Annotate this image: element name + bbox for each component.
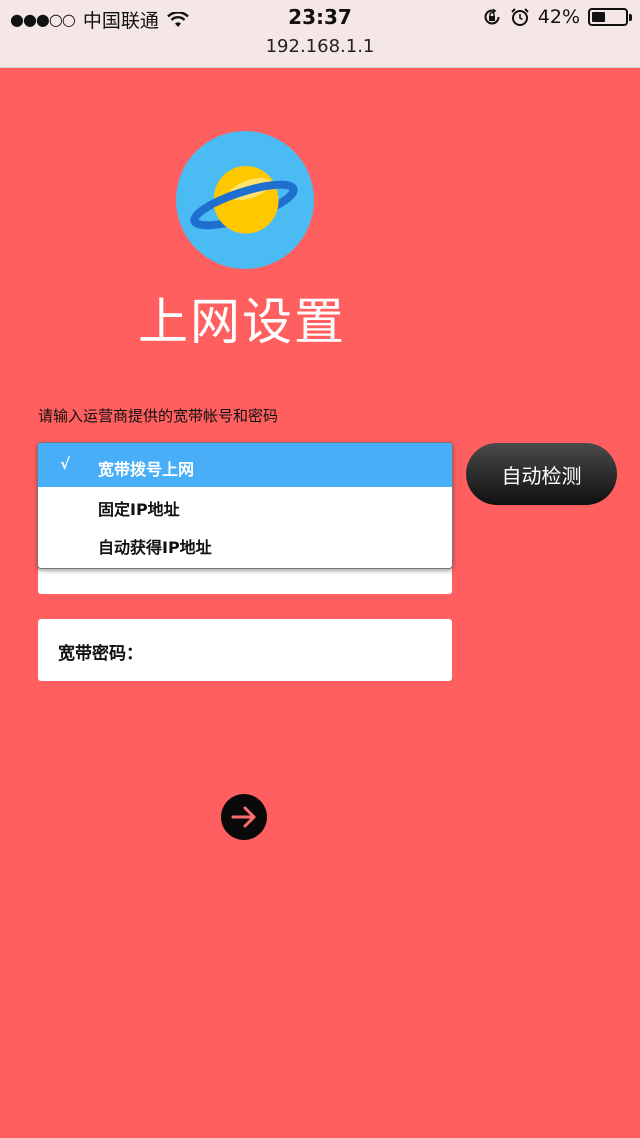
rotation-lock-icon: [484, 8, 500, 25]
dropdown-option-pppoe[interactable]: √ 宽带拨号上网: [38, 443, 452, 487]
connection-type-dropdown[interactable]: √ 宽带拨号上网 固定IP地址 自动获得IP地址: [37, 442, 453, 569]
password-label: 宽带密码：: [58, 644, 143, 664]
status-right: 42%: [482, 6, 632, 28]
battery-level: [592, 12, 606, 22]
option-label: 宽带拨号上网: [98, 460, 195, 479]
status-bar: ●●●○○ 中国联通 23:37 42% 192.168.1.1: [0, 0, 640, 68]
next-button[interactable]: [221, 794, 267, 840]
option-label: 自动获得IP地址: [98, 538, 212, 557]
address-bar-url[interactable]: 192.168.1.1: [0, 36, 640, 57]
dropdown-option-dhcp[interactable]: 自动获得IP地址: [38, 525, 452, 563]
check-icon: √: [60, 455, 71, 473]
page-title: 上网设置: [138, 293, 346, 351]
dropdown-option-static-ip[interactable]: 固定IP地址: [38, 487, 452, 525]
planet-logo-icon: [176, 131, 314, 269]
option-label: 固定IP地址: [98, 500, 180, 519]
password-field[interactable]: 宽带密码：: [38, 619, 452, 681]
alarm-icon: [511, 8, 529, 26]
auto-detect-button[interactable]: 自动检测: [466, 443, 617, 505]
battery-percent: 42%: [537, 6, 580, 28]
battery-icon: [588, 8, 632, 26]
form-hint: 请输入运营商提供的宽带帐号和密码: [38, 407, 279, 425]
arrow-right-icon: [231, 806, 256, 828]
